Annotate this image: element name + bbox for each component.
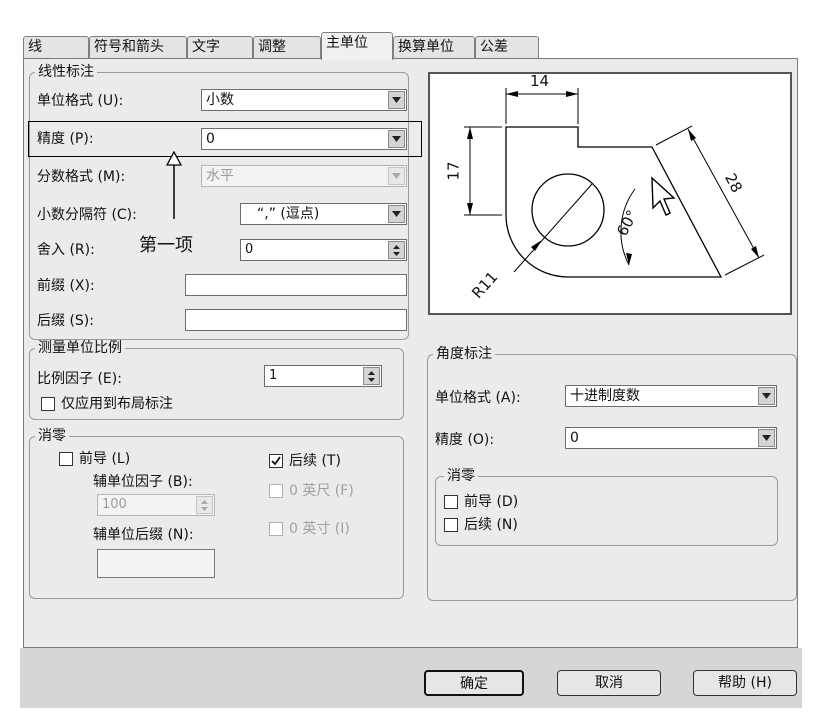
chevron-down-icon[interactable] xyxy=(388,205,405,223)
dialog-button-bar xyxy=(20,648,802,708)
tab-alternate-units[interactable]: 换算单位 xyxy=(393,36,475,58)
tab-lines[interactable]: 线 xyxy=(23,36,89,58)
preview-dim-left: 17 xyxy=(444,161,463,181)
leading-zero-label: 前导 (L) xyxy=(79,451,131,467)
zero-inches-label: 0 英寸 (I) xyxy=(289,521,350,537)
zero-feet-label: 0 英尺 (F) xyxy=(289,483,354,499)
tab-tolerances[interactable]: 公差 xyxy=(475,36,539,58)
angular-unit-format-label: 单位格式 (A): xyxy=(435,390,521,406)
sub-unit-factor-label: 辅单位因子 (B): xyxy=(93,474,193,490)
measurement-scale-title: 测量单位比例 xyxy=(35,340,125,356)
linear-dimensions-title: 线性标注 xyxy=(35,64,97,80)
sub-unit-factor-value: 100 xyxy=(102,497,127,512)
angular-dimensions-title: 角度标注 xyxy=(433,346,495,362)
angular-precision-select[interactable]: 0 xyxy=(565,427,777,449)
fraction-format-label: 分数格式 (M): xyxy=(37,169,126,185)
angular-precision-label: 精度 (O): xyxy=(435,432,495,448)
layout-only-label: 仅应用到布局标注 xyxy=(61,396,173,412)
annotation-arrow-icon xyxy=(165,151,183,219)
tab-symbols-arrows[interactable]: 符号和箭头 xyxy=(89,36,187,58)
trailing-zero-label: 后续 (T) xyxy=(289,453,341,469)
angular-leading-checkbox[interactable] xyxy=(444,495,458,509)
prefix-input[interactable] xyxy=(185,274,407,296)
decimal-separator-value: “,” (逗点) xyxy=(257,206,320,222)
unit-format-label: 单位格式 (U): xyxy=(37,93,124,109)
round-value: 0 xyxy=(245,242,254,257)
decimal-separator-select[interactable]: “,” (逗点) xyxy=(240,203,407,225)
tab-fit[interactable]: 调整 xyxy=(253,36,321,58)
angular-unit-format-value: 十进制度数 xyxy=(570,388,640,404)
stepper-arrows-icon[interactable] xyxy=(196,496,213,514)
angular-precision-value: 0 xyxy=(570,430,579,446)
annotation-label: 第一项 xyxy=(139,235,193,256)
round-label: 舍入 (R): xyxy=(37,242,95,258)
preview-pane: 14 17 28 60° R11 xyxy=(428,72,792,315)
trailing-zero-checkbox[interactable] xyxy=(269,454,283,468)
stepper-arrows-icon[interactable] xyxy=(388,241,405,259)
precision-value: 0 xyxy=(206,131,215,147)
tab-panel: 线性标注 单位格式 (U): 小数 精度 (P): 0 分数格式 (M): 水平… xyxy=(23,58,798,648)
stepper-arrows-icon[interactable] xyxy=(363,367,380,385)
round-stepper[interactable]: 0 xyxy=(240,239,407,261)
angular-zero-suppression-title: 消零 xyxy=(444,468,478,484)
zero-feet-checkbox[interactable] xyxy=(269,484,283,498)
precision-label: 精度 (P): xyxy=(37,131,94,147)
angular-unit-format-select[interactable]: 十进制度数 xyxy=(565,385,777,407)
help-button[interactable]: 帮助 (H) xyxy=(693,670,797,696)
decimal-separator-label: 小数分隔符 (C): xyxy=(37,207,137,223)
chevron-down-icon[interactable] xyxy=(758,429,775,447)
fraction-format-value: 水平 xyxy=(206,168,234,184)
sub-unit-factor-stepper[interactable]: 100 xyxy=(97,494,215,516)
preview-dim-top: 14 xyxy=(530,72,550,90)
prefix-label: 前缀 (X): xyxy=(37,278,95,294)
suffix-input[interactable] xyxy=(185,309,407,331)
chevron-down-icon[interactable] xyxy=(388,167,405,185)
layout-only-checkbox[interactable] xyxy=(41,397,55,411)
tab-primary-units[interactable]: 主单位 xyxy=(321,32,393,60)
ok-button[interactable]: 确定 xyxy=(424,670,524,696)
suffix-label: 后缀 (S): xyxy=(37,313,94,329)
unit-format-select[interactable]: 小数 xyxy=(201,89,407,111)
cancel-button[interactable]: 取消 xyxy=(557,670,661,696)
precision-select[interactable]: 0 xyxy=(201,128,407,150)
scale-factor-stepper[interactable]: 1 xyxy=(264,365,382,387)
angular-trailing-label: 后续 (N) xyxy=(464,517,518,533)
unit-format-value: 小数 xyxy=(206,92,234,108)
chevron-down-icon[interactable] xyxy=(758,387,775,405)
scale-factor-label: 比例因子 (E): xyxy=(37,371,122,387)
zero-suppression-linear-title: 消零 xyxy=(35,428,69,444)
angular-zero-suppression-group xyxy=(435,476,778,546)
sub-unit-suffix-input[interactable] xyxy=(97,549,215,578)
checkmark-icon xyxy=(271,456,281,466)
zero-inches-checkbox[interactable] xyxy=(269,522,283,536)
chevron-down-icon[interactable] xyxy=(388,91,405,109)
fraction-format-select[interactable]: 水平 xyxy=(201,165,407,187)
angular-trailing-checkbox[interactable] xyxy=(444,518,458,532)
leading-zero-checkbox[interactable] xyxy=(59,452,73,466)
scale-factor-value: 1 xyxy=(269,368,278,383)
tab-text[interactable]: 文字 xyxy=(187,36,253,58)
angular-leading-label: 前导 (D) xyxy=(464,494,519,510)
chevron-down-icon[interactable] xyxy=(388,130,405,148)
sub-unit-suffix-label: 辅单位后缀 (N): xyxy=(93,527,194,543)
